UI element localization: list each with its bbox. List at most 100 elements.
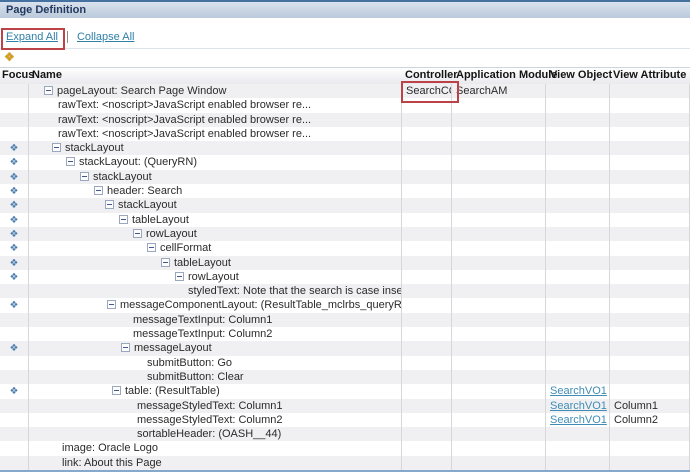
focus-compass-icon[interactable]: ❖ — [10, 343, 19, 354]
view-object-cell: SearchVO1 — [546, 399, 610, 413]
name-cell: sortableHeader: (OASH__44) — [28, 427, 402, 441]
collapse-icon[interactable] — [105, 200, 114, 209]
focus-compass-icon[interactable]: ❖ — [10, 143, 19, 154]
view-attribute-cell — [610, 341, 690, 355]
view-attribute-cell — [610, 370, 690, 384]
collapse-icon[interactable] — [44, 86, 53, 95]
collapse-all-link[interactable]: Collapse All — [77, 31, 134, 43]
controller-cell — [402, 198, 452, 212]
controller-cell — [402, 327, 452, 341]
focus-cell — [0, 284, 29, 298]
focus-cell: ❖ — [0, 341, 29, 355]
focus-compass-icon[interactable]: ❖ — [10, 300, 19, 311]
name-cell: messageComponentLayout: (ResultTable_mcl… — [28, 298, 402, 312]
collapse-icon[interactable] — [161, 258, 170, 267]
focus-cell — [0, 98, 29, 112]
tree-row: image: Oracle Logo — [0, 441, 690, 455]
tree-row: submitButton: Go — [0, 356, 690, 370]
focus-compass-icon[interactable]: ❖ — [10, 200, 19, 211]
name-cell: styledText: Note that the search is case… — [28, 284, 402, 298]
view-object-cell — [546, 256, 610, 270]
controller-cell — [402, 227, 452, 241]
column-header-view-attribute: View Attribute — [613, 68, 686, 84]
collapse-icon[interactable] — [175, 272, 184, 281]
controller-cell — [402, 456, 452, 470]
tree-row: ❖stackLayout — [0, 141, 690, 155]
application-module-cell — [452, 141, 546, 155]
controller-cell — [402, 270, 452, 284]
view-object-cell — [546, 298, 610, 312]
view-object-link[interactable]: SearchVO1 — [550, 414, 607, 426]
table-header-row: Focus Name Controller Application Module… — [0, 67, 690, 85]
tree-row: ❖cellFormat — [0, 241, 690, 255]
focus-compass-icon[interactable]: ❖ — [10, 386, 19, 397]
view-object-cell — [546, 155, 610, 169]
tree-row: submitButton: Clear — [0, 370, 690, 384]
focus-column-header-icon: ❖ — [4, 51, 15, 64]
focus-cell — [0, 113, 29, 127]
focus-compass-icon[interactable]: ❖ — [10, 172, 19, 183]
application-module-cell — [452, 198, 546, 212]
view-attribute-cell — [610, 298, 690, 312]
focus-cell — [0, 441, 29, 455]
collapse-icon[interactable] — [107, 300, 116, 309]
tree-row: ❖stackLayout — [0, 170, 690, 184]
expand-all-link[interactable]: Expand All — [6, 31, 58, 43]
name-cell: header: Search — [28, 184, 402, 198]
name-cell: submitButton: Go — [28, 356, 402, 370]
view-attribute-cell — [610, 327, 690, 341]
collapse-icon[interactable] — [147, 243, 156, 252]
collapse-icon[interactable] — [52, 143, 61, 152]
controller-cell — [402, 441, 452, 455]
view-object-cell — [546, 456, 610, 470]
view-object-cell — [546, 113, 610, 127]
focus-cell: ❖ — [0, 270, 29, 284]
tree-node-label: rawText: <noscript>JavaScript enabled br… — [58, 128, 311, 140]
column-header-application-module: Application Module — [456, 68, 557, 84]
tree-node-label: messageComponentLayout: (ResultTable_mcl… — [120, 299, 402, 311]
controller-cell — [402, 127, 452, 141]
focus-compass-icon[interactable]: ❖ — [10, 229, 19, 240]
view-attribute-cell — [610, 456, 690, 470]
collapse-icon[interactable] — [80, 172, 89, 181]
name-cell: messageStyledText: Column2 — [28, 413, 402, 427]
tree-node-label: messageStyledText: Column1 — [137, 400, 283, 412]
collapse-icon[interactable] — [66, 157, 75, 166]
controller-cell — [402, 313, 452, 327]
view-object-link[interactable]: SearchVO1 — [550, 400, 607, 412]
tree-node-label: rowLayout — [146, 228, 197, 240]
name-cell: pageLayout: Search Page Window — [28, 84, 402, 98]
collapse-icon[interactable] — [119, 215, 128, 224]
focus-compass-icon[interactable]: ❖ — [10, 258, 19, 269]
tree-node-label: rowLayout — [188, 271, 239, 283]
focus-compass-icon[interactable]: ❖ — [10, 243, 19, 254]
focus-compass-icon[interactable]: ❖ — [10, 186, 19, 197]
collapse-icon[interactable] — [112, 386, 121, 395]
view-object-cell — [546, 427, 610, 441]
controller-cell — [402, 256, 452, 270]
focus-compass-icon[interactable]: ❖ — [10, 157, 19, 168]
focus-cell: ❖ — [0, 141, 29, 155]
view-object-cell: SearchVO1 — [546, 413, 610, 427]
application-module-cell — [452, 427, 546, 441]
controller-cell — [402, 98, 452, 112]
tree-node-label: messageTextInput: Column2 — [133, 328, 272, 340]
table-bottom-border — [0, 470, 690, 472]
name-cell: rawText: <noscript>JavaScript enabled br… — [28, 98, 402, 112]
view-attribute-cell: Column1 — [610, 399, 690, 413]
view-object-link[interactable]: SearchVO1 — [550, 385, 607, 397]
collapse-icon[interactable] — [133, 229, 142, 238]
view-object-cell — [546, 356, 610, 370]
view-object-cell — [546, 370, 610, 384]
view-attribute-cell — [610, 98, 690, 112]
collapse-icon[interactable] — [94, 186, 103, 195]
name-cell: messageTextInput: Column1 — [28, 313, 402, 327]
application-module-cell: SearchAM — [452, 84, 546, 98]
focus-compass-icon[interactable]: ❖ — [10, 272, 19, 283]
application-module-cell — [452, 370, 546, 384]
collapse-icon[interactable] — [121, 343, 130, 352]
focus-compass-icon[interactable]: ❖ — [10, 215, 19, 226]
tree-node-label: submitButton: Clear — [147, 371, 244, 383]
controller-cell — [402, 370, 452, 384]
focus-cell: ❖ — [0, 227, 29, 241]
